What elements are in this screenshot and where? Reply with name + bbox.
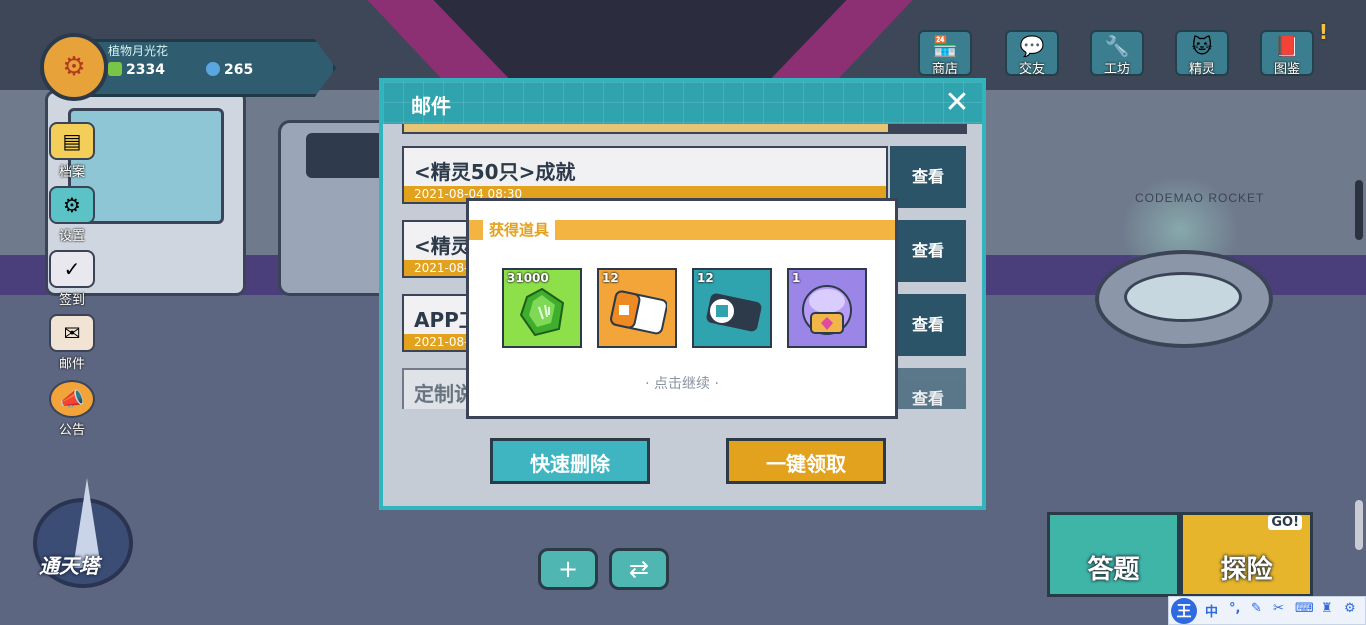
- top-menu-label: 精灵: [1188, 62, 1215, 77]
- reward-items: 31000 12 12 1: [502, 268, 872, 350]
- reward-title: 获得道具: [483, 217, 556, 243]
- teleport-pad-center: [1124, 272, 1242, 322]
- calendar-icon: ✓: [49, 250, 95, 288]
- blue-crystal-icon: [206, 62, 220, 76]
- left-menu-announcement[interactable]: 📣 公告: [42, 380, 102, 438]
- gem-counter: 2334: [108, 62, 165, 78]
- add-pet-button[interactable]: +: [538, 548, 598, 590]
- top-menu-label: 交友: [1018, 62, 1045, 77]
- top-menu-workshop[interactable]: 🔧 工坊: [1090, 30, 1150, 80]
- left-menu-mail[interactable]: ✉ 邮件: [42, 314, 102, 372]
- tap-to-continue[interactable]: · 点击继续 ·: [469, 373, 895, 393]
- left-menu-label: 档案: [58, 165, 85, 180]
- tower-label: 通天塔: [39, 554, 99, 578]
- left-menu-profile[interactable]: ▤ 档案: [42, 122, 102, 180]
- item-count: 31000: [507, 271, 549, 285]
- top-menu-label: 图鉴: [1273, 62, 1300, 77]
- item-count: 12: [697, 271, 714, 285]
- gem-count: 2334: [126, 62, 165, 78]
- left-menu-label: 签到: [58, 293, 85, 308]
- view-mail-button[interactable]: 查看: [890, 294, 966, 356]
- explore-button[interactable]: GO! 探险: [1180, 512, 1313, 597]
- view-mail-button[interactable]: 查看: [890, 146, 966, 208]
- top-menu-shop[interactable]: 🏪 商店: [918, 30, 978, 80]
- top-menu-label: 工坊: [1103, 62, 1130, 77]
- skin-icon[interactable]: ♜: [1321, 601, 1333, 616]
- side-gauge-bottom: [1355, 500, 1363, 550]
- gear-icon[interactable]: ⚙: [1344, 601, 1356, 616]
- block-ticket-icon: [706, 293, 762, 332]
- player-name: 植物月光花: [108, 44, 169, 58]
- mail-dialog-header: 邮件 ✕: [383, 82, 982, 124]
- explore-label: 探险: [1220, 555, 1273, 585]
- go-badge: GO!: [1268, 515, 1302, 530]
- robot-avatar-icon[interactable]: ⚙: [40, 33, 108, 101]
- left-menu-label: 设置: [58, 229, 85, 244]
- pen-icon[interactable]: ✎: [1251, 601, 1262, 616]
- ime-toolbar[interactable]: 王 中 °, ✎ ✂ ⌨ ♜ ⚙: [1168, 596, 1366, 625]
- punctuation-icon[interactable]: °,: [1229, 601, 1240, 616]
- mail-dialog-title: 邮件: [411, 94, 451, 118]
- mail-title: <精灵: [414, 234, 471, 258]
- scissors-icon[interactable]: ✂: [1273, 601, 1284, 616]
- green-gem-item[interactable]: 31000: [502, 268, 582, 348]
- crystal-count: 265: [224, 62, 254, 78]
- claim-all-button[interactable]: 一键领取: [726, 438, 886, 484]
- mail-title: <精灵50只>成就: [414, 160, 576, 184]
- left-menu-checkin[interactable]: ✓ 签到: [42, 250, 102, 308]
- green-gem-icon: [519, 287, 565, 336]
- close-icon[interactable]: ✕: [940, 86, 974, 120]
- mail-icon: ✉: [49, 314, 95, 352]
- ime-mode[interactable]: 中: [1205, 601, 1218, 620]
- top-menu-friends[interactable]: 💬 交友: [1005, 30, 1065, 80]
- mail-list-item[interactable]: <精灵50只>成就 2021-08-04 08:30 查看: [399, 146, 969, 208]
- side-gauge-top: [1355, 180, 1363, 240]
- quick-delete-button[interactable]: 快速删除: [490, 438, 650, 484]
- teleport-pad[interactable]: [1095, 250, 1273, 348]
- settings-icon: ⚙: [49, 186, 95, 224]
- top-menu-collection[interactable]: 📕 图鉴 !: [1260, 20, 1328, 80]
- rocket-sign: CODEMAO ROCKET: [1135, 191, 1265, 205]
- profile-icon: ▤: [49, 122, 95, 160]
- add-pet-icon: +: [557, 555, 579, 583]
- left-menu-label: 公告: [58, 423, 85, 438]
- left-menu-label: 邮件: [58, 357, 85, 372]
- quiz-label: 答题: [1087, 555, 1140, 585]
- player-card[interactable]: ⚙ 植物月光花 2334 265: [40, 33, 336, 101]
- sky-tower-button[interactable]: 通天塔: [33, 478, 141, 588]
- reward-popup[interactable]: 获得道具 31000 12 12 1 · 点击继续 ·: [466, 198, 898, 419]
- pet-team-icon: ⇄: [628, 555, 650, 583]
- quiz-button[interactable]: 答题: [1047, 512, 1180, 597]
- mail-card: <精灵50只>成就 2021-08-04 08:30: [402, 146, 888, 204]
- top-menu-label: 商店: [931, 62, 958, 77]
- megaphone-icon: 📣: [49, 380, 95, 418]
- crystal-counter: 265: [206, 62, 253, 78]
- test-ticket-icon: [610, 290, 667, 335]
- item-count: 12: [602, 271, 619, 285]
- top-menu-pets[interactable]: 🐱 精灵: [1175, 30, 1235, 80]
- alert-badge: !: [1318, 20, 1328, 44]
- green-gem-icon: [108, 62, 122, 76]
- block-ticket-item[interactable]: 12: [692, 268, 772, 348]
- view-mail-button[interactable]: 查看: [890, 220, 966, 282]
- keyboard-icon[interactable]: ⌨: [1295, 601, 1314, 616]
- console-screen: [306, 133, 386, 178]
- ime-logo-icon[interactable]: 王: [1171, 598, 1197, 624]
- mail-actions: 快速删除 一键领取: [383, 434, 982, 484]
- mail-title: 定制说: [414, 382, 474, 406]
- test-ticket-item[interactable]: 12: [597, 268, 677, 348]
- mystery-capsule-item[interactable]: 1: [787, 268, 867, 348]
- left-menu-settings[interactable]: ⚙ 设置: [42, 186, 102, 244]
- mystery-capsule-icon: [802, 284, 852, 335]
- pet-team-button[interactable]: ⇄: [609, 548, 669, 590]
- view-mail-button[interactable]: 查看: [890, 368, 966, 409]
